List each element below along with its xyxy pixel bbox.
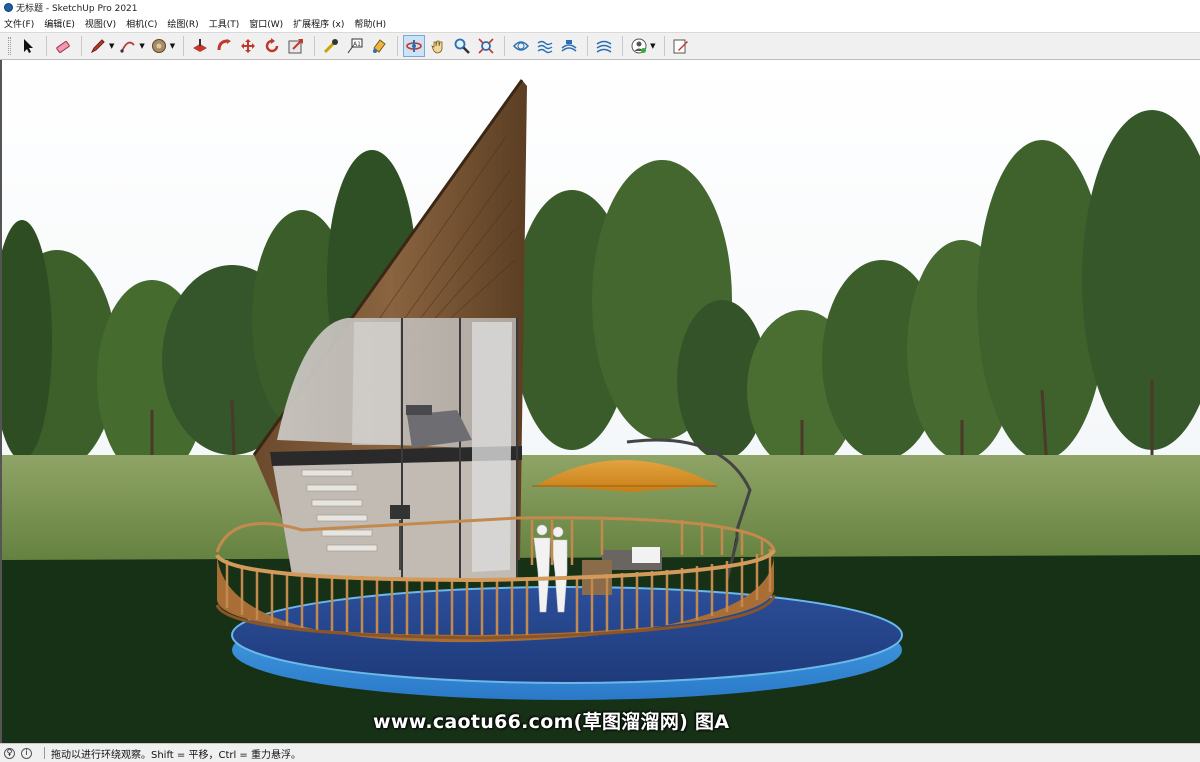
window-title: 无标题 - SketchUp Pro 2021 <box>16 4 138 14</box>
menu-edit[interactable]: 编辑(E) <box>44 17 75 30</box>
zoom-extents-button[interactable] <box>475 35 497 57</box>
svg-text:A1: A1 <box>353 41 361 48</box>
follow-me-icon <box>217 39 232 51</box>
push-pull-button[interactable] <box>189 35 211 57</box>
tape-measure-button[interactable] <box>320 35 342 57</box>
menu-file[interactable]: 文件(F) <box>4 17 34 30</box>
push-pull-icon <box>193 39 208 52</box>
move-icon <box>241 39 256 53</box>
toolbar-separator <box>314 36 316 56</box>
follow-me-button[interactable] <box>213 35 235 57</box>
info-icon[interactable]: i <box>21 747 32 759</box>
smoove-button[interactable] <box>534 35 556 57</box>
pencil-line-icon <box>90 39 105 54</box>
eraser-icon <box>56 40 70 54</box>
eraser-tool-button[interactable] <box>52 35 74 57</box>
move-button[interactable] <box>237 35 259 57</box>
toolbar-separator <box>81 36 82 56</box>
stamp-button[interactable] <box>558 35 580 57</box>
pan-hand-icon <box>431 40 443 54</box>
chevron-down-icon[interactable]: ▼ <box>170 42 175 50</box>
zoom-icon <box>454 38 471 54</box>
rotate-icon <box>265 38 279 53</box>
line-tool-button[interactable] <box>87 35 109 57</box>
toolbar-separator <box>504 36 506 56</box>
orbit-button[interactable] <box>403 35 426 57</box>
model-viewport[interactable] <box>0 60 1200 743</box>
account-button[interactable] <box>628 35 650 57</box>
sandbox-icon <box>513 41 530 51</box>
status-hint: 拖动以进行环绕观察。Shift = 平移，Ctrl = 重力悬浮。 <box>51 749 301 761</box>
menu-draw[interactable]: 绘图(R) <box>167 17 198 30</box>
scale-button[interactable] <box>285 35 307 57</box>
stamp-icon <box>561 40 577 52</box>
title-bar: 无标题 - SketchUp Pro 2021 <box>0 0 1200 15</box>
scene-render <box>2 60 1200 743</box>
menu-window[interactable]: 窗口(W) <box>249 17 283 30</box>
status-separator <box>44 747 45 759</box>
geo-location-icon[interactable]: ♀ <box>4 747 15 759</box>
toolbar-separator <box>663 36 665 56</box>
chevron-down-icon[interactable]: ▼ <box>650 42 655 50</box>
toolbar-separator <box>397 36 399 56</box>
drape-icon <box>596 40 612 53</box>
edit-notes-icon <box>673 39 688 54</box>
paint-bucket-icon <box>151 39 166 53</box>
paint-button[interactable] <box>368 35 390 57</box>
menu-help[interactable]: 帮助(H) <box>354 17 386 30</box>
text-label-icon: A1 <box>347 38 363 54</box>
smoove-icon <box>537 40 553 54</box>
arc-icon <box>120 41 136 53</box>
drape-button[interactable] <box>593 35 615 57</box>
pan-button[interactable] <box>427 35 449 57</box>
menu-camera[interactable]: 相机(C) <box>126 17 157 30</box>
text-tool-button[interactable]: A1 <box>344 35 366 57</box>
paint-icon <box>373 39 386 53</box>
rotate-button[interactable] <box>261 35 283 57</box>
select-tool-button[interactable] <box>17 35 39 57</box>
toolbar-separator <box>622 36 624 56</box>
orbit-icon <box>406 40 422 52</box>
arc-tool-button[interactable] <box>117 35 139 57</box>
toolbar-grip[interactable] <box>8 37 11 55</box>
sandbox-contours-button[interactable] <box>510 35 532 57</box>
watermark-text: www.caotu66.com(草图溜溜网) 图A <box>373 711 730 733</box>
menu-view[interactable]: 视图(V) <box>85 17 116 30</box>
edit-notes-button[interactable] <box>670 35 692 57</box>
toolbar-separator <box>183 36 185 56</box>
menu-tools[interactable]: 工具(T) <box>209 17 240 30</box>
zoom-button[interactable] <box>451 35 473 57</box>
menu-bar: 文件(F) 编辑(E) 视图(V) 相机(C) 绘图(R) 工具(T) 窗口(W… <box>0 15 1200 32</box>
zoom-extents-icon <box>478 38 494 54</box>
chevron-down-icon[interactable]: ▼ <box>109 42 114 50</box>
paint-bucket-button[interactable] <box>148 35 170 57</box>
tape-measure-icon <box>324 39 339 54</box>
toolbar-separator <box>46 36 47 56</box>
scale-icon <box>288 39 304 54</box>
user-account-icon <box>631 38 647 54</box>
chevron-down-icon[interactable]: ▼ <box>139 42 144 50</box>
menu-extensions[interactable]: 扩展程序 (x) <box>293 17 344 30</box>
sketchup-logo-icon <box>4 3 13 12</box>
main-toolbar: ▼ ▼ ▼ A1 ▼ <box>0 32 1200 60</box>
toolbar-separator <box>587 36 589 56</box>
status-bar: ♀ i 拖动以进行环绕观察。Shift = 平移，Ctrl = 重力悬浮。 <box>0 743 1200 762</box>
select-arrow-icon <box>24 39 33 53</box>
